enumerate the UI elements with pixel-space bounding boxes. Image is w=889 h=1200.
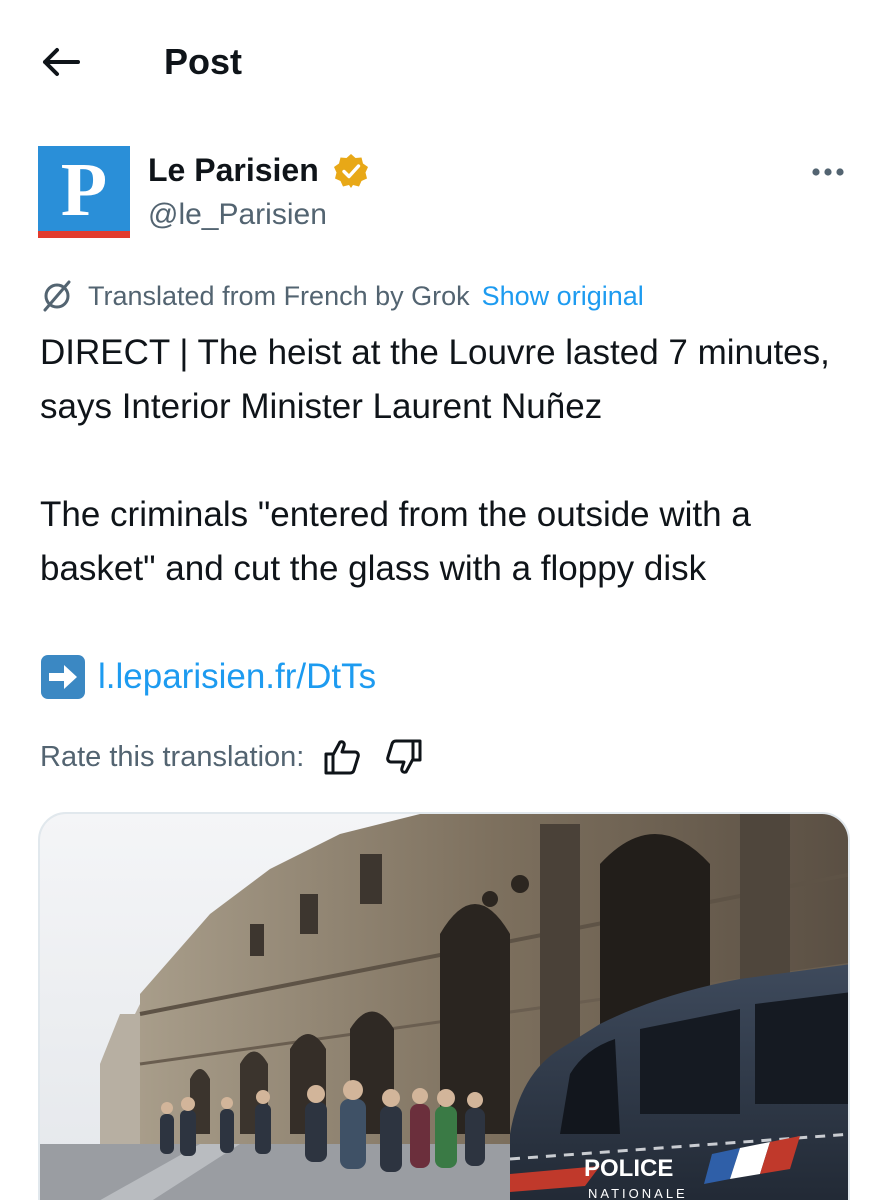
- top-bar: Post: [0, 0, 889, 120]
- show-original-link[interactable]: Show original: [482, 281, 644, 312]
- more-options-button[interactable]: [806, 154, 850, 190]
- grok-icon: [43, 280, 71, 312]
- post-link[interactable]: l.leparisien.fr/DtTs: [98, 650, 376, 704]
- author-handle[interactable]: @le_Parisien: [148, 196, 327, 234]
- rate-translation-row: Rate this translation:: [40, 736, 424, 778]
- page-title: Post: [164, 41, 243, 82]
- rate-translation-label: Rate this translation:: [40, 741, 305, 773]
- thumbs-up-icon[interactable]: [322, 737, 362, 777]
- post-link-row: l.leparisien.fr/DtTs: [40, 650, 376, 704]
- post-paragraph-2: The criminals "entered from the outside …: [40, 495, 751, 588]
- thumbs-down-icon[interactable]: [384, 737, 424, 777]
- more-options-icon: [812, 168, 844, 176]
- post-body: DIRECT | The heist at the Louvre lasted …: [40, 326, 860, 596]
- translated-label: Translated from French by Grok: [88, 280, 470, 311]
- avatar-accent-bar: [38, 231, 130, 238]
- avatar-letter: P: [60, 148, 108, 232]
- translation-notice: Translated from French by Grok Show orig…: [40, 278, 644, 314]
- post-media-image[interactable]: POLICE NATIONALE: [38, 812, 850, 1200]
- van-police-text: POLICE: [584, 1155, 673, 1182]
- louvre-street-photo: POLICE NATIONALE: [40, 814, 848, 1200]
- avatar[interactable]: P: [38, 146, 130, 238]
- author-name[interactable]: Le Parisien: [148, 150, 319, 190]
- van-nationale-text: NATIONALE: [588, 1186, 688, 1200]
- post-paragraph-1: DIRECT | The heist at the Louvre lasted …: [40, 333, 830, 426]
- right-arrow-emoji-icon: [41, 655, 85, 699]
- gold-verified-icon[interactable]: [333, 153, 369, 189]
- arrow-left-icon: [43, 48, 80, 76]
- back-button[interactable]: [36, 40, 84, 84]
